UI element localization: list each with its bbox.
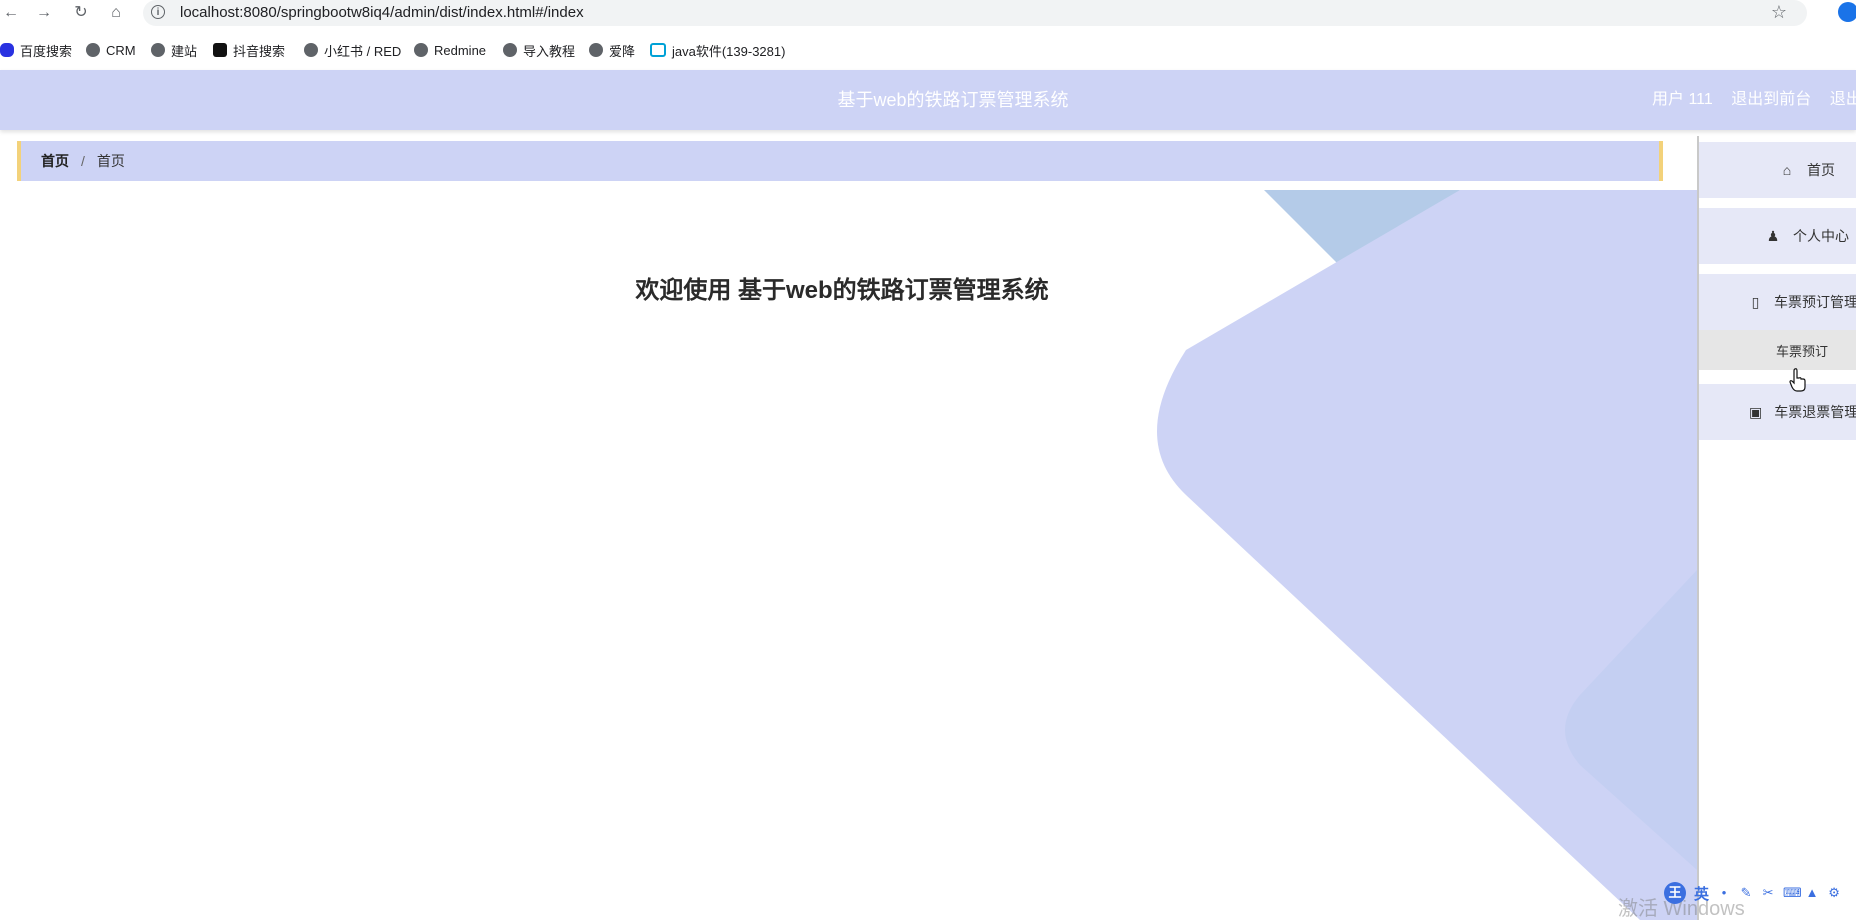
site-info-icon[interactable]: i: [151, 5, 165, 19]
home-icon: ⌂: [1782, 162, 1792, 178]
bookmarks-bar: 百度搜索 CRM 建站 抖音搜索 小红书 / RED Redmine 导入教程 …: [0, 38, 1856, 64]
breadcrumb-separator: /: [81, 153, 85, 169]
breadcrumb-current: 首页: [96, 153, 125, 169]
user-icon: ♟: [1766, 227, 1780, 244]
welcome-heading: 欢迎使用 基于web的铁路订票管理系统: [635, 277, 1049, 304]
sidebar-subitem-label: 车票预订: [1776, 343, 1829, 359]
bookmark-label: CRM: [106, 42, 136, 58]
sidebar-item-refund-management[interactable]: ▣ 车票退票管理: [1699, 384, 1856, 440]
ime-logo-icon[interactable]: 王: [1664, 882, 1686, 904]
globe-icon: [151, 43, 165, 57]
scissors-icon[interactable]: ✂: [1761, 886, 1775, 900]
sidebar-item-label: 车票退票管理: [1774, 404, 1856, 420]
hand-cursor-icon: [1789, 368, 1806, 392]
sidebar-item-booking-management[interactable]: ▯ 车票预订管理: [1699, 274, 1856, 330]
home-browser-icon[interactable]: ⌂: [105, 3, 127, 23]
message-icon: ▯: [1751, 293, 1760, 310]
bookmark-item[interactable]: 抖音搜索: [213, 38, 285, 62]
bookmark-item[interactable]: Redmine: [414, 38, 486, 62]
bookmark-item[interactable]: 小红书 / RED: [304, 38, 401, 62]
bookmark-item[interactable]: 爱降: [589, 38, 635, 62]
sidebar-item-label: 首页: [1807, 162, 1835, 178]
bookmark-item[interactable]: java软件(139-3281): [650, 38, 785, 62]
ime-toolbar: 王 英 • ✎ ✂ ⌨ ▲ ⚙: [1664, 880, 1841, 906]
globe-icon: [86, 43, 100, 57]
browser-toolbar: ← → ↻ ⌂ i localhost:8080/springbootw8iq4…: [0, 0, 1856, 26]
breadcrumb: 首页 / 首页: [17, 141, 1663, 181]
reload-icon[interactable]: ↻: [70, 3, 92, 23]
url-text[interactable]: localhost:8080/springbootw8iq4/admin/dis…: [180, 4, 584, 21]
bookmark-item[interactable]: 建站: [151, 38, 197, 62]
bookmark-label: 小红书 / RED: [324, 43, 402, 59]
header-actions: 用户 111 退出到前台 退出登: [1652, 70, 1856, 130]
exit-to-front-link[interactable]: 退出到前台: [1731, 91, 1811, 108]
ime-punctuation-icon[interactable]: •: [1717, 886, 1731, 900]
shirt-icon[interactable]: ▲: [1805, 886, 1819, 900]
address-bar[interactable]: i localhost:8080/springbootw8iq4/admin/d…: [143, 0, 1807, 26]
profile-avatar-icon[interactable]: [1838, 2, 1856, 22]
forward-icon[interactable]: →: [33, 3, 55, 23]
bookmark-label: 百度搜索: [20, 43, 73, 59]
bookmark-label: 抖音搜索: [233, 43, 286, 59]
back-icon[interactable]: ←: [0, 3, 22, 23]
bilibili-icon: [650, 43, 666, 57]
bookmark-label: 爱降: [609, 43, 636, 59]
sidebar-item-label: 车票预订管理: [1774, 294, 1856, 310]
app-header: 基于web的铁路订票管理系统 用户 111 退出到前台 退出登: [0, 70, 1856, 130]
bookmark-label: java软件(139-3281): [672, 43, 786, 59]
bookmark-label: 导入教程: [523, 43, 576, 59]
bookmark-label: Redmine: [434, 42, 487, 58]
bookmark-item[interactable]: 百度搜索: [0, 38, 72, 62]
globe-icon: [503, 43, 517, 57]
briefcase-icon: ▣: [1749, 403, 1763, 420]
sidebar-item-profile[interactable]: ♟ 个人中心: [1699, 208, 1856, 264]
bookmark-star-icon[interactable]: ☆: [1771, 2, 1787, 23]
user-name: 用户 111: [1652, 91, 1713, 108]
sidebar-item-home[interactable]: ⌂ 首页: [1699, 142, 1856, 198]
pen-icon[interactable]: ✎: [1739, 886, 1753, 900]
bookmark-label: 建站: [171, 43, 198, 59]
sidebar: ⌂ 首页 ♟ 个人中心 ▯ 车票预订管理 车票预订 ▣ 车票退票管理: [1697, 136, 1856, 920]
breadcrumb-home[interactable]: 首页: [41, 151, 69, 171]
keyboard-icon[interactable]: ⌨: [1783, 886, 1802, 900]
gear-icon[interactable]: ⚙: [1827, 886, 1841, 900]
logout-link[interactable]: 退出登: [1830, 91, 1856, 108]
app-title: 基于web的铁路订票管理系统: [837, 90, 1069, 110]
globe-icon: [304, 43, 318, 57]
bookmark-item[interactable]: CRM: [86, 38, 136, 62]
baidu-icon: [0, 43, 14, 57]
globe-icon: [589, 43, 603, 57]
sidebar-item-label: 个人中心: [1793, 228, 1849, 244]
ime-language-toggle[interactable]: 英: [1694, 883, 1709, 904]
douyin-icon: [213, 43, 227, 57]
globe-icon: [414, 43, 428, 57]
bookmark-item[interactable]: 导入教程: [503, 38, 575, 62]
sidebar-subitem-booking[interactable]: 车票预订: [1699, 330, 1856, 370]
